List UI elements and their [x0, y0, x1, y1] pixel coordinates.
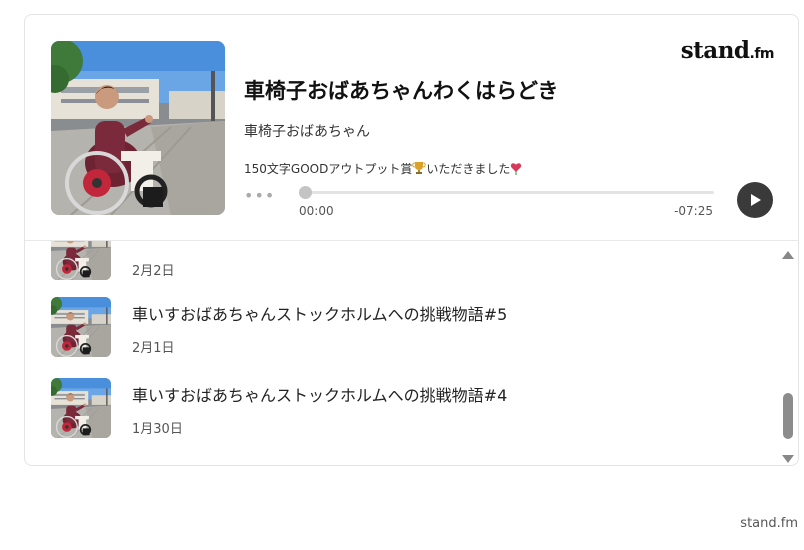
- description-suffix: いただきました: [426, 162, 511, 176]
- list-item[interactable]: 2月2日: [25, 241, 775, 301]
- play-button[interactable]: [737, 182, 773, 218]
- cover-image[interactable]: [51, 41, 225, 215]
- description-prefix: 150文字GOODアウトプット賞: [244, 162, 413, 176]
- episode-thumbnail: [51, 241, 111, 280]
- list-item[interactable]: 車いすおばあちゃんストックホルムへの挑戦物語#5 2月1日: [25, 297, 775, 378]
- progress-handle[interactable]: [298, 186, 312, 199]
- list-item[interactable]: 車いすおばあちゃんストックホルムへの挑戦物語#4 1月30日: [25, 378, 775, 459]
- episode-player-widget: stand.fm 車椅子おばあちゃんわくはらどき 車椅子おばあちゃん 150文字…: [24, 14, 799, 466]
- footer-credit[interactable]: stand.fm: [740, 516, 798, 531]
- episode-title[interactable]: 車椅子おばあちゃんわくはらどき: [244, 75, 558, 105]
- remaining-time: -07:25: [674, 204, 713, 218]
- episode-item-date: 2月2日: [132, 264, 175, 279]
- brand-suffix: .fm: [749, 46, 775, 62]
- scroll-up-icon[interactable]: [782, 251, 794, 259]
- episode-item-date: 2月1日: [132, 341, 175, 356]
- play-icon: [751, 194, 761, 206]
- scroll-down-icon[interactable]: [782, 455, 794, 463]
- episode-thumbnail: [51, 297, 111, 357]
- cover-art-image: [51, 41, 225, 215]
- episode-thumbnail: [51, 378, 111, 438]
- episode-description: 150文字GOODアウトプット賞 いただきました: [244, 160, 522, 178]
- brand-name: stand: [680, 37, 750, 64]
- episode-list: 2月2日 車いすおばあちゃんストックホルムへの挑戦物語#5 2月1日 車いすおば…: [25, 241, 798, 466]
- channel-name[interactable]: 車椅子おばあちゃん: [244, 121, 370, 141]
- trophy-icon: [412, 161, 427, 178]
- more-options-button[interactable]: •••: [244, 188, 275, 204]
- scrollbar-thumb[interactable]: [783, 393, 793, 439]
- heart-icon: [510, 161, 522, 178]
- episode-item-date: 1月30日: [132, 422, 183, 437]
- list-scrollbar[interactable]: [781, 251, 795, 463]
- episode-item-title: 車いすおばあちゃんストックホルムへの挑戦物語#4: [132, 386, 508, 405]
- stand-fm-logo[interactable]: stand.fm: [680, 37, 775, 64]
- player-header: stand.fm 車椅子おばあちゃんわくはらどき 車椅子おばあちゃん 150文字…: [25, 15, 798, 241]
- progress-track[interactable]: [301, 191, 714, 194]
- current-time: 00:00: [299, 204, 334, 218]
- episode-item-title: 車いすおばあちゃんストックホルムへの挑戦物語#5: [132, 305, 508, 324]
